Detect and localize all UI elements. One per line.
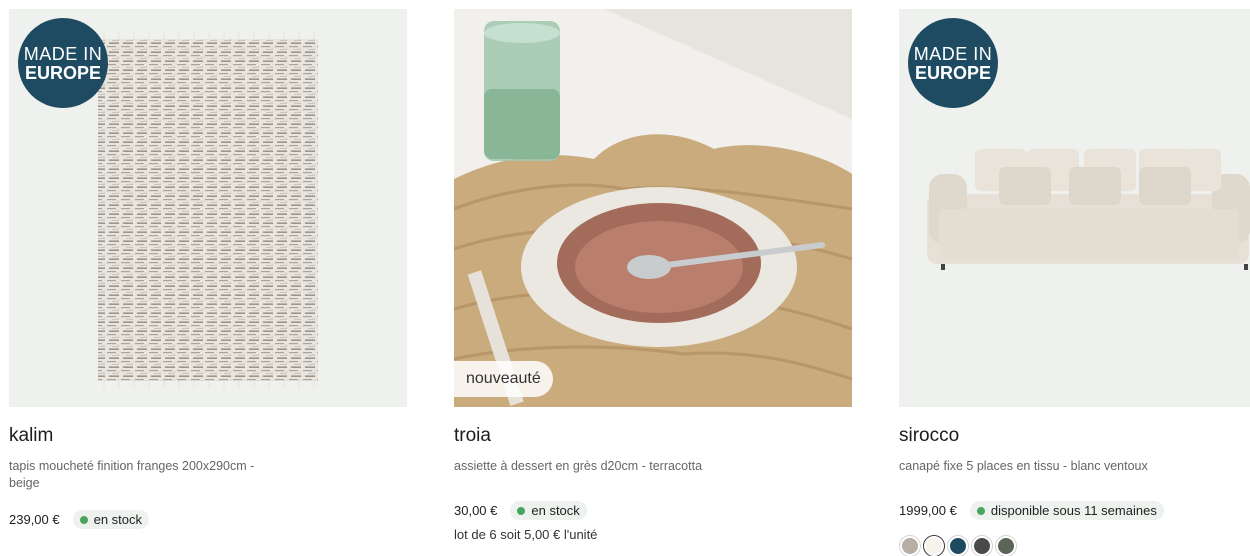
product-image-plate[interactable]: nouveauté <box>454 9 852 407</box>
color-swatches <box>900 536 1250 556</box>
stock-status-badge: en stock <box>72 510 150 529</box>
made-in-europe-badge: MADE IN EUROPE <box>18 18 108 108</box>
stock-status-badge: disponible sous 11 semaines <box>969 501 1164 520</box>
badge-line1: MADE IN <box>23 43 103 64</box>
product-card-kalim[interactable]: MADE IN EUROPE kalim tapis moucheté fini… <box>9 0 407 529</box>
in-stock-dot-icon <box>976 506 985 515</box>
color-swatch[interactable] <box>900 536 920 556</box>
badge-line1: MADE IN <box>913 43 993 64</box>
product-name[interactable]: sirocco <box>899 425 1250 447</box>
product-price: 1999,00 € <box>899 503 957 518</box>
stock-status-badge: en stock <box>510 501 587 520</box>
product-name[interactable]: troia <box>454 425 852 447</box>
price-row: 239,00 € en stock <box>9 510 407 529</box>
color-swatch[interactable] <box>924 536 944 556</box>
stock-status-text: disponible sous 11 semaines <box>990 503 1157 518</box>
product-image-rug[interactable]: MADE IN EUROPE <box>9 9 407 407</box>
badge-line2: EUROPE <box>24 62 102 83</box>
price-row: 30,00 € en stock <box>454 501 852 520</box>
stock-status-text: en stock <box>531 503 580 518</box>
new-tag: nouveauté <box>454 361 553 397</box>
color-swatch[interactable] <box>996 536 1016 556</box>
stock-status-text: en stock <box>93 512 143 527</box>
color-swatch[interactable] <box>972 536 992 556</box>
product-price: 239,00 € <box>9 512 60 527</box>
new-tag-text: nouveauté <box>466 370 541 387</box>
plate-illustration <box>454 9 852 407</box>
in-stock-dot-icon <box>517 506 526 515</box>
product-name[interactable]: kalim <box>9 425 407 447</box>
product-description[interactable]: assiette à dessert en grès d20cm - terra… <box>454 458 714 475</box>
product-card-sirocco[interactable]: MADE IN EUROPE sirocco canapé fixe 5 pla… <box>899 0 1250 556</box>
badge-line2: EUROPE <box>914 62 992 83</box>
price-row: 1999,00 € disponible sous 11 semaines <box>899 501 1250 520</box>
in-stock-dot-icon <box>79 515 88 524</box>
made-in-europe-badge: MADE IN EUROPE <box>908 18 998 108</box>
product-description[interactable]: tapis moucheté finition franges 200x290c… <box>9 458 269 492</box>
product-price: 30,00 € <box>454 503 498 518</box>
color-swatch[interactable] <box>948 536 968 556</box>
product-image-sofa[interactable]: MADE IN EUROPE <box>899 9 1250 407</box>
lot-info: lot de 6 soit 5,00 € l'unité <box>454 527 598 542</box>
product-card-troia[interactable]: nouveauté troia assiette à dessert en gr… <box>454 0 852 542</box>
product-description[interactable]: canapé fixe 5 places en tissu - blanc ve… <box>899 458 1239 475</box>
